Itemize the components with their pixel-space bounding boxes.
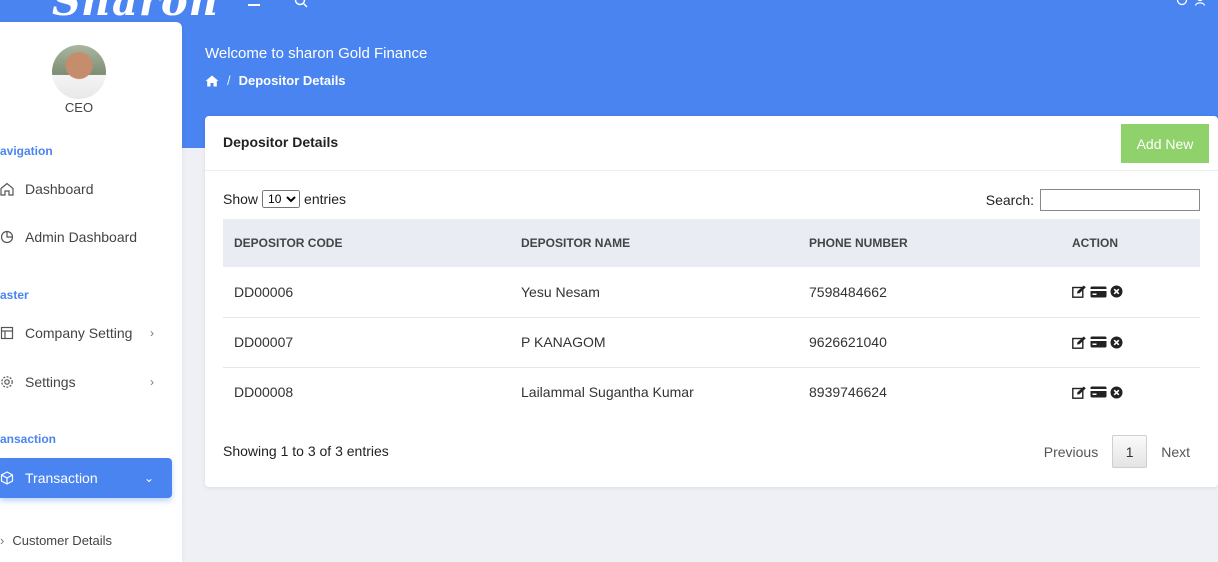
search-input[interactable] (1040, 189, 1200, 211)
sidebar-item-admin-dashboard[interactable]: Admin Dashboard (0, 217, 172, 257)
column-header[interactable]: PHONE NUMBER (798, 219, 1061, 267)
table-row: DD00008 Lailammal Sugantha Kumar 8939746… (223, 367, 1200, 417)
pagination: Previous 1 Next (1030, 435, 1204, 468)
sidebar-item-settings[interactable]: Settings › (0, 362, 172, 402)
chevron-right-icon: › (150, 375, 154, 389)
home-icon (0, 182, 24, 196)
depositor-code: DD00007 (223, 317, 510, 368)
entries-label: entries (304, 191, 347, 207)
top-right-actions (1176, 0, 1206, 6)
sidebar-subitem-customer-details[interactable]: › Customer Details (0, 533, 112, 548)
sidebar-item-label: Dashboard (25, 181, 94, 197)
show-entries-control: Show 10 entries (223, 190, 346, 208)
edit-icon[interactable] (1072, 386, 1087, 399)
search-label: Search: (985, 192, 1034, 208)
edit-icon[interactable] (1072, 285, 1087, 299)
table-search: Search: (986, 189, 1200, 211)
depositor-name: Lailammal Sugantha Kumar (521, 384, 694, 401)
phone-number: 8939746624 (809, 384, 887, 401)
card-icon[interactable] (1090, 336, 1107, 348)
sidebar-item-label: Company Setting (25, 325, 133, 341)
sidebar-item-dashboard[interactable]: Dashboard (0, 169, 172, 209)
close-icon[interactable] (1110, 285, 1123, 298)
add-new-button[interactable]: Add New (1121, 124, 1209, 163)
card-title: Depositor Details (223, 134, 339, 150)
sidebar-item-company-setting[interactable]: Company Setting › (0, 313, 172, 353)
refresh-icon[interactable] (1176, 0, 1188, 6)
previous-page-button[interactable]: Previous (1030, 436, 1112, 468)
card-icon[interactable] (1090, 286, 1107, 298)
close-icon[interactable] (1110, 386, 1123, 399)
search-icon[interactable] (294, 0, 308, 8)
show-label: Show (223, 191, 259, 207)
sidebar-item-transaction[interactable]: Transaction ⌄ (0, 458, 172, 498)
edit-icon[interactable] (1072, 336, 1087, 349)
breadcrumb-separator: / (227, 73, 231, 88)
welcome-message: Welcome to sharon Gold Finance (205, 45, 428, 62)
gear-icon (0, 375, 24, 389)
column-header[interactable]: DEPOSITOR NAME (510, 219, 798, 267)
page-number-button[interactable]: 1 (1112, 435, 1148, 468)
section-label-master: aster (0, 288, 29, 302)
layout-icon (0, 326, 24, 340)
avatar[interactable] (52, 45, 106, 99)
phone-number: 9626621040 (798, 317, 1061, 368)
row-actions (1061, 317, 1200, 368)
column-header[interactable]: ACTION (1061, 219, 1200, 267)
breadcrumb: / Depositor Details (205, 73, 346, 88)
box-icon (0, 471, 24, 485)
close-icon[interactable] (1110, 336, 1123, 349)
chevron-down-icon: ⌄ (143, 471, 154, 485)
page-size-select[interactable]: 10 (262, 190, 301, 208)
depositor-name: Yesu Nesam (510, 267, 798, 318)
section-label-transaction: ansaction (0, 432, 57, 446)
chevron-right-icon: › (0, 533, 5, 548)
user-role: CEO (64, 100, 94, 115)
next-page-button[interactable]: Next (1147, 436, 1204, 468)
table-row: DD00007 P KANAGOM 9626621040 (223, 317, 1200, 368)
pie-chart-icon (0, 230, 24, 244)
depositor-name: P KANAGOM (510, 317, 798, 368)
depositor-table: DEPOSITOR CODE DEPOSITOR NAME PHONE NUMB… (223, 219, 1200, 417)
sidebar-subitem-label: Customer Details (12, 533, 113, 548)
depositor-card: Depositor Details Add New Show 10 entrie… (205, 116, 1218, 487)
table-row: DD00006 Yesu Nesam 7598484662 (223, 267, 1200, 318)
row-actions (1061, 267, 1200, 318)
section-label-navigation: avigation (0, 144, 53, 158)
row-actions (1061, 367, 1200, 417)
user-icon[interactable] (1194, 0, 1206, 6)
sidebar: CEO avigation Dashboard Admin Dashboard … (0, 22, 182, 562)
sidebar-item-label: Transaction (25, 470, 98, 486)
column-header[interactable]: DEPOSITOR CODE (223, 219, 510, 267)
menu-toggle-icon[interactable] (248, 4, 260, 6)
table-header-row: DEPOSITOR CODE DEPOSITOR NAME PHONE NUMB… (223, 219, 1200, 267)
home-icon[interactable] (205, 75, 219, 87)
sidebar-item-label: Settings (25, 374, 76, 390)
table-info: Showing 1 to 3 of 3 entries (223, 443, 389, 459)
chevron-right-icon: › (150, 326, 154, 340)
phone-number: 7598484662 (798, 267, 1061, 318)
breadcrumb-current: Depositor Details (238, 73, 346, 88)
sidebar-item-label: Admin Dashboard (25, 229, 138, 245)
card-header: Depositor Details Add New (205, 116, 1218, 171)
card-icon[interactable] (1090, 386, 1107, 398)
depositor-code: DD00006 (223, 267, 510, 318)
depositor-code: DD00008 (234, 384, 294, 401)
